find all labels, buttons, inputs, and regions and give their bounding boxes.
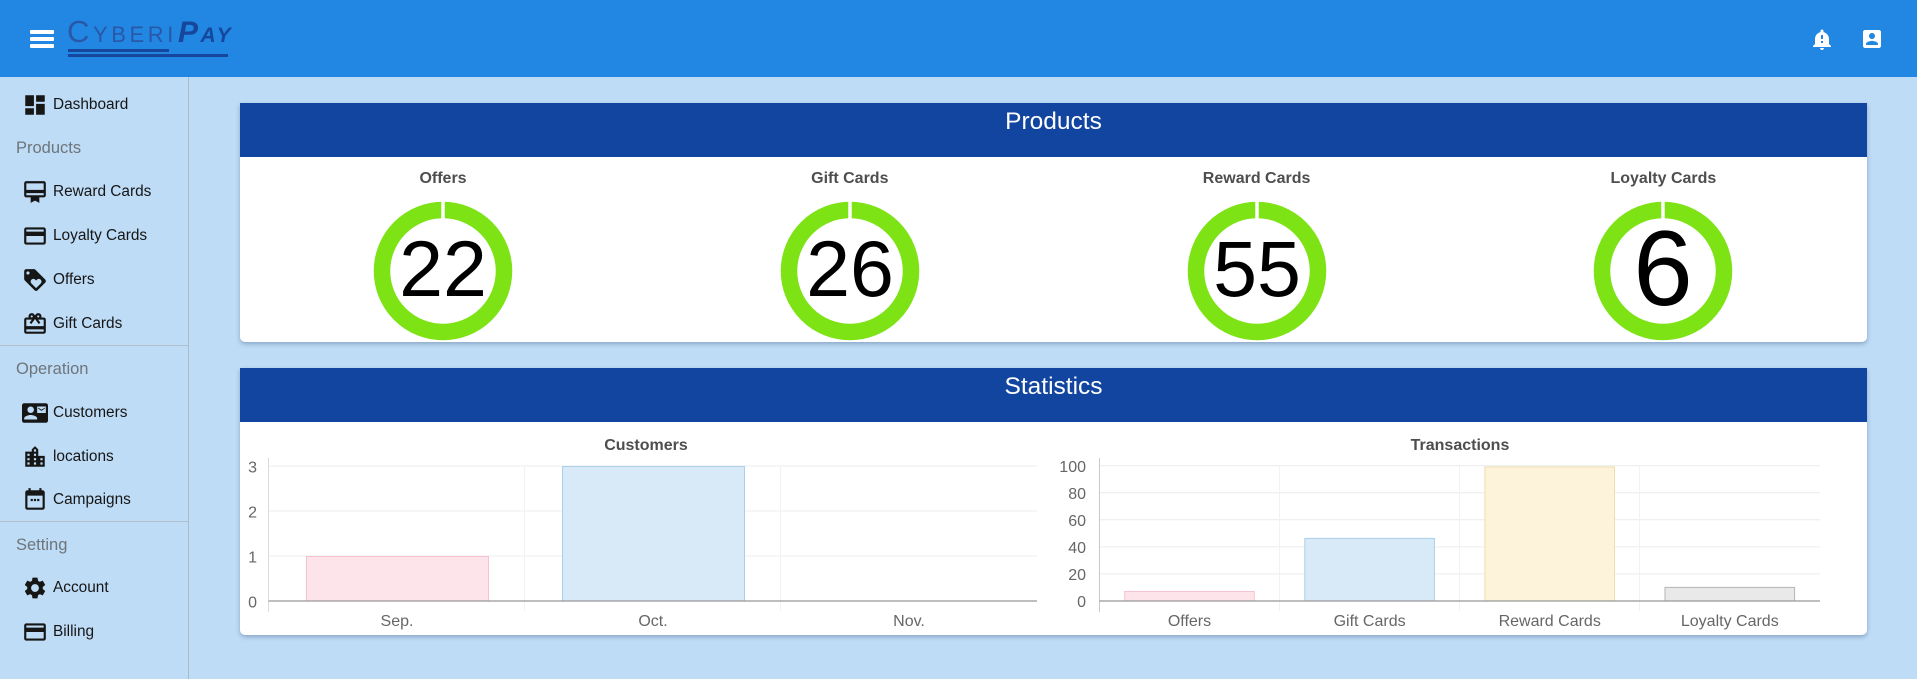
svg-text:Sep.: Sep. [381, 613, 414, 630]
svg-text:Nov.: Nov. [893, 613, 925, 630]
svg-text:80: 80 [1068, 486, 1086, 503]
svg-text:Loyalty Cards: Loyalty Cards [1681, 613, 1779, 630]
svg-text:Reward Cards: Reward Cards [1499, 613, 1601, 630]
svg-text:2: 2 [248, 505, 257, 522]
svg-text:0: 0 [1077, 594, 1086, 611]
svg-text:3: 3 [248, 460, 257, 477]
svg-text:0: 0 [248, 595, 257, 612]
svg-text:40: 40 [1068, 540, 1086, 557]
svg-text:Offers: Offers [1168, 613, 1211, 630]
svg-text:1: 1 [248, 550, 257, 567]
svg-text:20: 20 [1068, 567, 1086, 584]
svg-text:Oct.: Oct. [638, 613, 667, 630]
svg-text:60: 60 [1068, 513, 1086, 530]
svg-text:Customers: Customers [604, 437, 688, 454]
svg-text:Gift Cards: Gift Cards [1334, 613, 1406, 630]
svg-text:100: 100 [1059, 459, 1086, 476]
svg-text:Transactions: Transactions [1411, 437, 1510, 454]
